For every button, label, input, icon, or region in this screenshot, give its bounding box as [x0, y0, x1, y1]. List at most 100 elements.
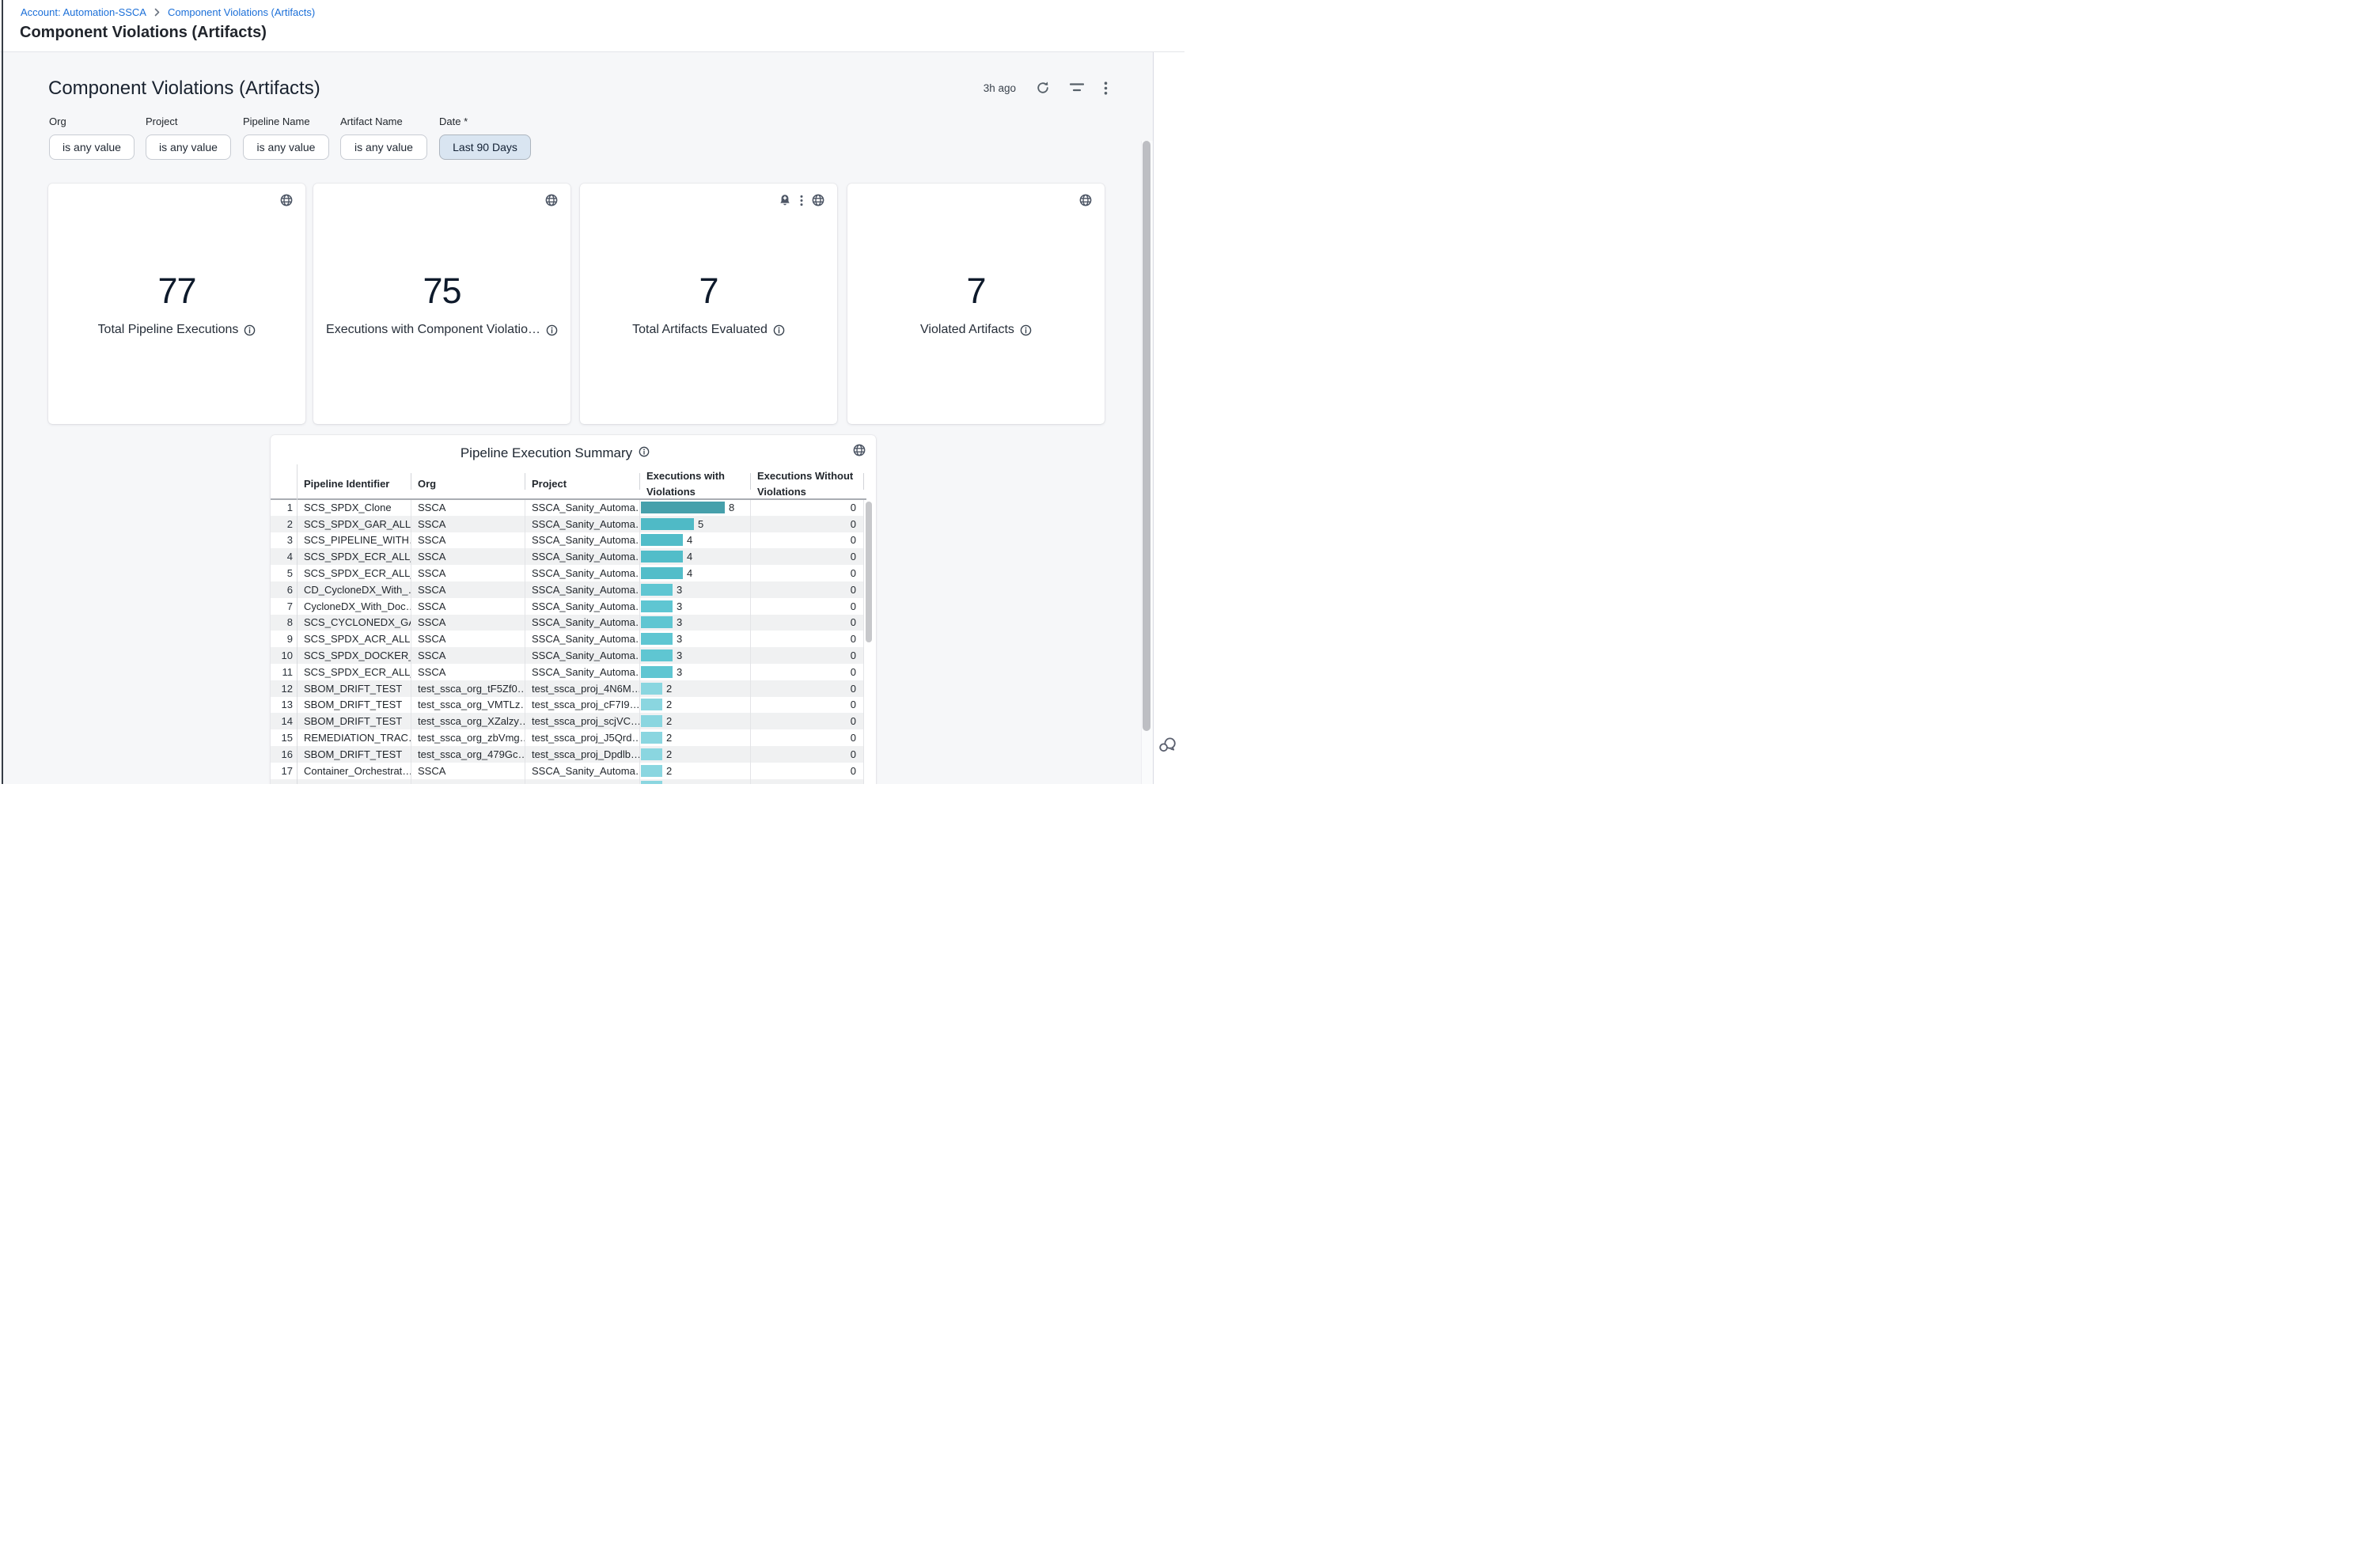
- table-row[interactable]: 4SCS_SPDX_ECR_ALL_…SSCASSCA_Sanity_Autom…: [271, 548, 863, 565]
- bell-plus-icon[interactable]: [779, 194, 791, 206]
- dashboard-title: Component Violations (Artifacts): [48, 78, 320, 100]
- executions-without-violations-cell: 0: [750, 615, 863, 631]
- org-cell: SSCA: [411, 565, 525, 581]
- violations-bar-value: 3: [677, 633, 682, 645]
- violations-bar: [641, 600, 673, 612]
- table-scrollbar-thumb[interactable]: [866, 502, 872, 642]
- info-icon[interactable]: [546, 324, 558, 336]
- table-row[interactable]: 17Container_Orchestrat…SSCASSCA_Sanity_A…: [271, 763, 863, 779]
- column-header[interactable]: Org: [411, 470, 525, 498]
- executions-without-violations-cell: 0: [750, 680, 863, 697]
- kebab-menu-icon[interactable]: [800, 195, 803, 206]
- org-cell: test_ssca_org_VMTLz…: [411, 697, 525, 714]
- page-scrollbar-thumb[interactable]: [1143, 141, 1150, 731]
- globe-icon[interactable]: [545, 194, 558, 206]
- table-row[interactable]: 6CD_CycloneDX_With_…SSCASSCA_Sanity_Auto…: [271, 581, 863, 598]
- org-cell: SSCA: [411, 548, 525, 565]
- executions-with-violations-cell: [639, 779, 750, 784]
- table-row[interactable]: 7CycloneDX_With_Doc…SSCASSCA_Sanity_Auto…: [271, 598, 863, 615]
- violations-bar: [641, 666, 673, 678]
- filter-value-button[interactable]: Last 90 Days: [439, 134, 531, 160]
- table-row[interactable]: 10SCS_SPDX_DOCKER_…SSCASSCA_Sanity_Autom…: [271, 647, 863, 664]
- org-cell: SSCA: [411, 647, 525, 664]
- pipeline-identifier-cell: SBOM_DRIFT_TEST: [297, 713, 411, 729]
- column-header[interactable]: Project: [525, 470, 639, 498]
- stat-card-2: 75Executions with Component Violatio…: [313, 184, 570, 424]
- column-header[interactable]: Executions WithoutViolations: [750, 470, 863, 498]
- info-icon[interactable]: [773, 324, 785, 336]
- table-row[interactable]: 8SCS_CYCLONEDX_GA…SSCASSCA_Sanity_Automa…: [271, 615, 863, 631]
- org-cell: SSCA: [411, 763, 525, 779]
- table-row[interactable]: 1SCS_SPDX_CloneSSCASSCA_Sanity_Automa…80: [271, 499, 863, 516]
- content-right-border: [1153, 0, 1154, 784]
- filter-value-button[interactable]: is any value: [49, 134, 135, 160]
- project-cell: SSCA_Sanity_Automa…: [525, 615, 639, 631]
- globe-icon[interactable]: [812, 194, 824, 206]
- executions-without-violations-cell: 0: [750, 631, 863, 647]
- project-cell: SSCA_Sanity_Automa…: [525, 565, 639, 581]
- dashboard-area: Component Violations (Artifacts) 3h ago …: [0, 52, 1153, 784]
- executions-with-violations-cell: 4: [639, 565, 750, 581]
- table-row[interactable]: 12SBOM_DRIFT_TESTtest_ssca_org_tF5Zf0…te…: [271, 680, 863, 697]
- violations-bar-value: 2: [666, 699, 672, 710]
- table-row[interactable]: 9SCS_SPDX_ACR_ALL…SSCASSCA_Sanity_Automa…: [271, 631, 863, 647]
- executions-with-violations-cell: 3: [639, 664, 750, 680]
- globe-icon[interactable]: [853, 444, 866, 456]
- violations-bar-value: 2: [666, 748, 672, 760]
- filter-group-artifact-name: Artifact Nameis any value: [340, 116, 427, 160]
- violations-bar-value: 2: [666, 732, 672, 744]
- violations-bar: [641, 715, 662, 727]
- table-row[interactable]: 11SCS_SPDX_ECR_ALL_…SSCASSCA_Sanity_Auto…: [271, 664, 863, 680]
- breadcrumb-current-link[interactable]: Component Violations (Artifacts): [168, 6, 315, 18]
- globe-icon[interactable]: [280, 194, 293, 206]
- filter-label: Org: [49, 116, 135, 127]
- filter-value-button[interactable]: is any value: [243, 134, 329, 160]
- table-row[interactable]: 13SBOM_DRIFT_TESTtest_ssca_org_VMTLz…tes…: [271, 697, 863, 714]
- pipeline-identifier-cell: SCS_SPDX_ECR_ALL_…: [297, 548, 411, 565]
- executions-with-violations-cell: 2: [639, 763, 750, 779]
- row-number: 7: [271, 598, 297, 615]
- filter-value-button[interactable]: is any value: [146, 134, 231, 160]
- table-header: Pipeline IdentifierOrgProjectExecutions …: [271, 470, 863, 498]
- kebab-menu-icon[interactable]: [1104, 81, 1108, 95]
- card-icons: [280, 194, 293, 206]
- executions-with-violations-cell: 4: [639, 548, 750, 565]
- project-cell: test_ssca_proj_J5Qrd…: [525, 729, 639, 746]
- row-number: 8: [271, 615, 297, 631]
- executions-with-violations-cell: 2: [639, 697, 750, 714]
- violations-bar: [641, 584, 673, 596]
- table-row[interactable]: 5SCS_SPDX_ECR_ALL_…SSCASSCA_Sanity_Autom…: [271, 565, 863, 581]
- table-row[interactable]: 3SCS_PIPELINE_WITH…SSCASSCA_Sanity_Autom…: [271, 532, 863, 549]
- row-number: 9: [271, 631, 297, 647]
- info-icon[interactable]: [639, 445, 650, 461]
- executions-without-violations-cell: 0: [750, 598, 863, 615]
- breadcrumb-account-link[interactable]: Account: Automation-SSCA: [21, 6, 146, 18]
- stat-label-row: Executions with Component Violatio…: [313, 323, 570, 337]
- table-row[interactable]: 14SBOM_DRIFT_TESTtest_ssca_org_XZalzy…te…: [271, 713, 863, 729]
- row-number: 13: [271, 697, 297, 714]
- filter-icon[interactable]: [1070, 83, 1084, 93]
- app-window: Account: Automation-SSCA Component Viola…: [0, 0, 1184, 784]
- row-number: 14: [271, 713, 297, 729]
- chat-help-icon[interactable]: [1158, 736, 1177, 755]
- globe-icon[interactable]: [1079, 194, 1092, 206]
- column-divider: [297, 464, 298, 784]
- table-row[interactable]: [271, 779, 863, 784]
- column-divider: [750, 500, 751, 784]
- filter-value-button[interactable]: is any value: [340, 134, 427, 160]
- violations-bar: [641, 633, 673, 645]
- chevron-right-icon: [154, 8, 161, 17]
- stat-card-1: 77Total Pipeline Executions: [48, 184, 305, 424]
- table-row[interactable]: 2SCS_SPDX_GAR_ALL…SSCASSCA_Sanity_Automa…: [271, 516, 863, 532]
- executions-without-violations-cell: 0: [750, 729, 863, 746]
- executions-without-violations-cell: 0: [750, 581, 863, 598]
- info-icon[interactable]: [244, 324, 256, 336]
- refresh-icon[interactable]: [1036, 81, 1050, 95]
- table-row[interactable]: 16SBOM_DRIFT_TESTtest_ssca_org_479Gc…tes…: [271, 746, 863, 763]
- pipeline-execution-summary-card: Pipeline Execution Summary Pipeline Iden…: [271, 435, 876, 784]
- violations-bar: [641, 650, 673, 661]
- table-row[interactable]: 15REMEDIATION_TRAC…test_ssca_org_zbVmg…t…: [271, 729, 863, 746]
- column-header[interactable]: Pipeline Identifier: [297, 470, 411, 498]
- column-header[interactable]: Executions withViolations: [639, 470, 750, 498]
- info-icon[interactable]: [1020, 324, 1032, 336]
